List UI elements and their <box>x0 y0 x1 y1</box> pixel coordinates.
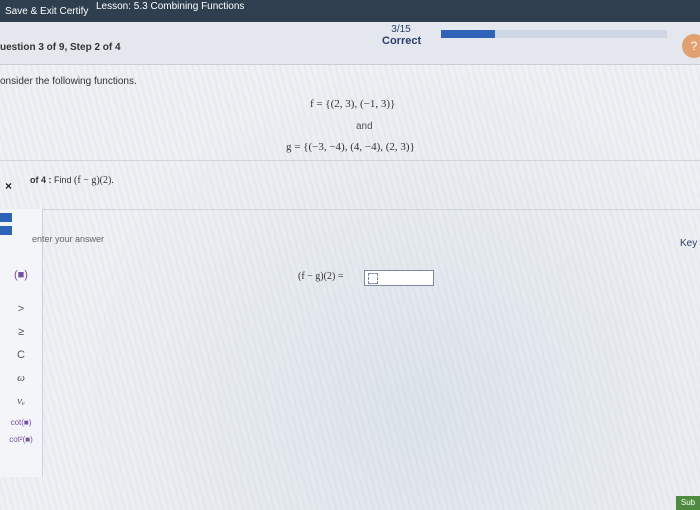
cot-squared-key[interactable]: cot²(■) <box>0 435 42 444</box>
part-expression: (f − g)(2). <box>74 175 114 186</box>
score-badge: 3/15 Correct <box>382 22 422 47</box>
part-row: × of 4 : Find (f − g)(2). <box>0 160 700 210</box>
answer-cursor-slot <box>368 273 378 284</box>
answer-input[interactable] <box>364 270 434 286</box>
progress-bar <box>441 30 667 38</box>
omega-key[interactable]: ω <box>0 372 42 384</box>
close-icon[interactable]: × <box>5 179 12 193</box>
v-sub-key[interactable]: vₑ <box>0 395 42 407</box>
answer-placeholder[interactable]: enter your answer <box>32 234 104 244</box>
paren-key[interactable]: (■) <box>0 269 42 281</box>
step-indicator: uestion 3 of 9, Step 2 of 4 <box>0 42 121 53</box>
greater-equal-key[interactable]: ≥ <box>0 326 42 338</box>
top-bar: Save & Exit Certify Lesson: 5.3 Combinin… <box>0 0 700 22</box>
keypad-panel: (■) > ≥ C ω vₑ cot(■) cot²(■) <box>0 209 43 477</box>
keypad-toggle-icon[interactable] <box>0 213 12 241</box>
lesson-title: Lesson: 5.3 Combining Functions <box>96 1 245 12</box>
score-label: Correct <box>382 35 422 47</box>
score-value: 3/15 <box>391 24 411 35</box>
function-f: f = {(2, 3), (−1, 3)} <box>310 98 396 110</box>
progress-fill <box>441 30 496 38</box>
cot-key[interactable]: cot(■) <box>0 418 42 427</box>
question-bar: uestion 3 of 9, Step 2 of 4 3/15 Correct… <box>0 22 700 65</box>
help-icon[interactable]: ? <box>682 34 700 58</box>
submit-button[interactable]: Sub <box>676 496 700 510</box>
answer-label: (f − g)(2) = <box>298 271 344 282</box>
function-g: g = {(−3, −4), (4, −4), (2, 3)} <box>286 141 415 153</box>
save-exit-link[interactable]: Save & Exit Certify <box>5 6 88 17</box>
keypad-link[interactable]: Key <box>680 238 697 249</box>
and-text: and <box>356 121 373 132</box>
part-label: of 4 : Find (f − g)(2). <box>30 175 114 186</box>
problem-prompt: onsider the following functions. <box>0 76 137 87</box>
part-prefix: of 4 : <box>30 175 52 185</box>
c-key[interactable]: C <box>0 349 42 361</box>
greater-than-key[interactable]: > <box>0 303 42 315</box>
part-instruction: Find <box>54 175 72 185</box>
